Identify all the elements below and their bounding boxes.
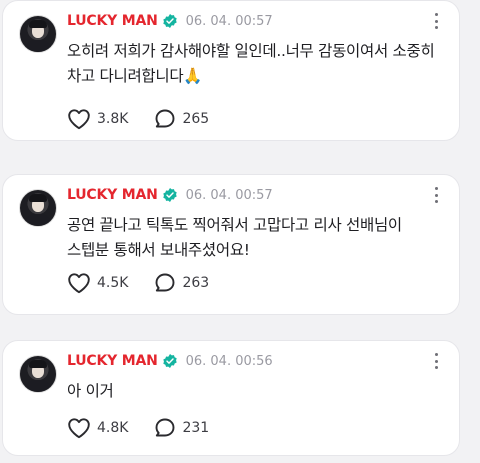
- post-actions: 3.8K 265: [67, 108, 235, 130]
- author-name[interactable]: LUCKY MAN: [67, 353, 158, 369]
- post-text-line: 오히려 저희가 감사해야할 일인데..너무 감동이여서 소중히: [67, 42, 435, 60]
- comment-count: 265: [182, 111, 210, 127]
- post-text-line: 공연 끝나고 틱톡도 찍어줘서 고맙다고 리사 선배님이: [67, 216, 402, 234]
- comment-bubble-icon: [156, 418, 175, 437]
- post-timestamp: 06. 04. 00:57: [185, 13, 273, 29]
- post-text: 오히려 저희가 감사해야할 일인데..너무 감동이여서 소중히 차고 다니려합니…: [67, 39, 447, 89]
- post-timestamp: 06. 04. 00:56: [185, 353, 273, 369]
- like-count: 4.5K: [97, 275, 129, 291]
- comment-count: 263: [182, 275, 210, 291]
- post-header: LUCKY MAN 06. 04. 00:56: [67, 351, 273, 371]
- heart-icon: [68, 273, 90, 294]
- post-text-line: 아 이거: [67, 382, 114, 400]
- avatar[interactable]: [19, 15, 57, 53]
- verified-badge-icon: [162, 188, 177, 202]
- author-name[interactable]: LUCKY MAN: [67, 13, 158, 29]
- like-button[interactable]: 3.8K: [67, 108, 128, 130]
- comment-bubble-icon: [156, 109, 175, 128]
- comment-bubble-icon: [156, 273, 175, 292]
- avatar[interactable]: [19, 189, 57, 227]
- author-name[interactable]: LUCKY MAN: [67, 187, 158, 203]
- post-text: 아 이거: [67, 379, 447, 404]
- verified-badge-icon: [162, 354, 177, 368]
- post-header: LUCKY MAN 06. 04. 00:57: [67, 11, 273, 31]
- like-count: 4.8K: [97, 420, 129, 436]
- like-button[interactable]: 4.8K: [67, 417, 128, 439]
- post-header: LUCKY MAN 06. 04. 00:57: [67, 185, 273, 205]
- heart-icon: [68, 109, 90, 130]
- post-timestamp: 06. 04. 00:57: [185, 187, 273, 203]
- post-card[interactable]: LUCKY MAN 06. 04. 00:56 아 이거 4.8K 231: [2, 340, 460, 456]
- avatar[interactable]: [19, 355, 57, 393]
- heart-icon: [68, 418, 90, 439]
- verified-badge-icon: [162, 14, 177, 28]
- post-card[interactable]: LUCKY MAN 06. 04. 00:57 공연 끝나고 틱톡도 찍어줘서 …: [2, 174, 460, 315]
- comment-button[interactable]: 265: [154, 108, 209, 130]
- comment-button[interactable]: 231: [154, 417, 209, 439]
- more-vertical-icon[interactable]: [433, 353, 439, 369]
- post-actions: 4.8K 231: [67, 417, 235, 439]
- post-text-line: 차고 다니려합니다🙏: [67, 67, 203, 85]
- comment-count: 231: [182, 420, 210, 436]
- more-vertical-icon[interactable]: [433, 13, 439, 29]
- post-card[interactable]: LUCKY MAN 06. 04. 00:57 오히려 저희가 감사해야할 일인…: [2, 0, 460, 141]
- post-text: 공연 끝나고 틱톡도 찍어줘서 고맙다고 리사 선배님이 스텝분 통해서 보내주…: [67, 213, 447, 263]
- more-vertical-icon[interactable]: [433, 187, 439, 203]
- post-text-line: 스텝분 통해서 보내주셨어요!: [67, 241, 250, 259]
- comment-button[interactable]: 263: [154, 272, 209, 294]
- like-button[interactable]: 4.5K: [67, 272, 128, 294]
- like-count: 3.8K: [97, 111, 129, 127]
- post-actions: 4.5K 263: [67, 272, 235, 294]
